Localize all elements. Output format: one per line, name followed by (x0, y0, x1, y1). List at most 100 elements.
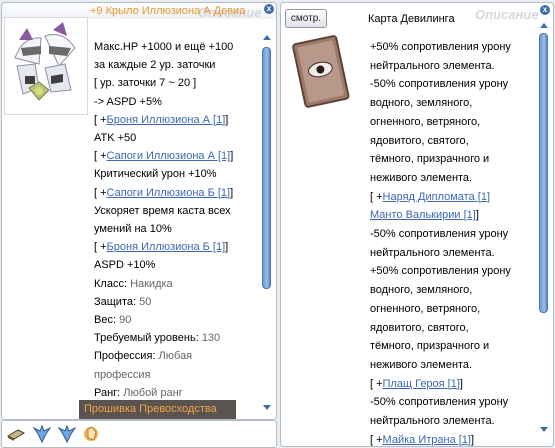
scroll-down-icon[interactable] (540, 427, 548, 432)
description-text: [ + (370, 433, 383, 446)
description-text: Ранг: (94, 386, 124, 399)
scrollbar[interactable] (537, 19, 551, 439)
description-line: водного, земляного, (370, 94, 535, 113)
bottom-item-bar (1, 420, 277, 448)
item-description-text: Макс.HP +1000 и ещё +100 за каждые 2 ур. … (94, 38, 262, 402)
description-text: Критический урон +10% (94, 168, 217, 181)
description-text: умений на 10% (94, 223, 172, 236)
description-line: -50% сопротивления урону (370, 225, 535, 244)
description-text: Профессия: (94, 350, 159, 363)
description-text: нейтрального элемента. (370, 59, 495, 72)
description-line: [ +Броня Иллюзиона А [1]] (94, 111, 262, 129)
description-text: [ + (94, 113, 107, 126)
description-line: Критический урон +10% (94, 165, 262, 183)
item-description-window: Описание +9 Крыло Иллюзиона А Девиа x Ма… (1, 2, 277, 420)
description-text: +50% сопротивления урону (370, 41, 511, 53)
description-text: 50 (139, 295, 152, 308)
description-line: тёмного, призрачного и (370, 150, 535, 169)
description-text: -50% сопротивления урону (370, 228, 509, 241)
description-text: неживого элемента. (370, 171, 473, 184)
item-link[interactable]: Броня Иллюзиона Б [1] (107, 241, 226, 253)
description-text: неживого элемента. (370, 358, 473, 371)
description-line: Манто Валькирии [1]] (370, 206, 535, 225)
description-line: профессия (94, 366, 262, 384)
item-link[interactable]: Сапоги Иллюзиона А [1] (107, 150, 231, 162)
description-text: ] (470, 433, 475, 446)
description-text: Любой ранг (123, 386, 183, 399)
description-line: ATK +50 (94, 129, 262, 147)
description-text: -50% сопротивления урону (370, 396, 509, 409)
description-text: ] (459, 377, 463, 390)
card-description-text: +50% сопротивления урону нейтрального эле… (370, 38, 535, 446)
description-text: водного, земляного, (370, 284, 473, 297)
description-text: огненного, ветряного, (370, 115, 481, 128)
scrollbar[interactable] (260, 21, 274, 419)
description-line: -> ASPD +5% (94, 93, 262, 111)
devilring-card-icon (292, 35, 350, 108)
description-text: 90 (119, 314, 132, 327)
item-link[interactable]: Манто Валькирии [1] (370, 209, 476, 221)
description-text: ] (475, 209, 479, 222)
description-line: нейтрального элемента. (370, 57, 535, 76)
description-text: Вес: (94, 314, 120, 327)
description-line: ядовитого, святого, (370, 132, 535, 151)
description-watermark: Описание (475, 7, 539, 22)
item-link[interactable]: Броня Иллюзиона А [1] (107, 114, 226, 126)
description-text: Накидка (130, 277, 173, 290)
scroll-down-icon[interactable] (263, 405, 271, 410)
description-text: 130 (201, 332, 221, 345)
description-line: умений на 10% (94, 220, 262, 238)
description-text: ] (230, 150, 234, 163)
description-text: Защита: (94, 295, 140, 308)
close-icon[interactable]: x (264, 4, 274, 14)
card-title: Карта Девилинга (368, 13, 455, 25)
description-line: за каждые 2 ур. заточки (94, 56, 262, 74)
description-line: нейтрального элемента. (370, 412, 535, 431)
description-line: неживого элемента. (370, 356, 535, 375)
description-line: -50% сопротивления урону (370, 75, 535, 94)
description-text: огненного, ветряного, (370, 302, 481, 315)
description-line: тёмного, призрачного и (370, 337, 535, 356)
description-text: [ + (370, 377, 383, 390)
description-line: [ ур. заточки 7 ~ 20 ] (94, 74, 262, 92)
book-icon[interactable] (6, 424, 26, 444)
close-icon[interactable]: x (540, 5, 550, 15)
scroll-thumb[interactable] (539, 33, 548, 313)
description-line: Требуемый уровень: 130 (94, 329, 262, 347)
wing-blue-icon[interactable] (57, 424, 77, 444)
tooltip: Прошивка Превосходства (79, 400, 236, 419)
description-text: ядовитого, святого, (370, 321, 469, 334)
view-button[interactable]: смотр. (285, 9, 327, 28)
description-text: тёмного, призрачного и (370, 340, 490, 353)
description-text: -> ASPD +5% (94, 95, 162, 108)
item-link[interactable]: Наряд Дипломата [1] (383, 191, 490, 203)
description-text: [ + (94, 186, 107, 199)
card-image (283, 17, 363, 115)
description-line: Ускоряет время каста всех (94, 202, 262, 220)
description-text: Макс.HP +1000 и ещё +100 (94, 41, 234, 53)
description-text: нейтрального элемента. (370, 415, 495, 428)
description-text: ] (230, 186, 234, 199)
description-line: +50% сопротивления урону (370, 38, 535, 57)
item-link[interactable]: Плащ Героя [1] (383, 378, 460, 390)
scroll-thumb[interactable] (262, 47, 271, 289)
description-line: нейтрального элемента. (370, 244, 535, 263)
description-text: тёмного, призрачного и (370, 153, 490, 166)
description-line: [ +Сапоги Иллюзиона Б [1]] (94, 184, 262, 202)
scroll-up-icon[interactable] (540, 23, 548, 28)
description-text: Ускоряет время каста всех (94, 204, 231, 217)
description-line: [ +Плащ Героя [1]] (370, 375, 535, 394)
item-link[interactable]: Сапоги Иллюзиона Б [1] (107, 187, 231, 199)
card-description-window: Описание x смотр. Карта Девилинга +50% с… (280, 2, 554, 447)
description-text: -50% сопротивления урону (370, 78, 509, 91)
wing-blue-icon[interactable] (32, 424, 52, 444)
hand-cursor-icon[interactable] (82, 424, 102, 444)
description-line: Защита: 50 (94, 293, 262, 311)
description-line: неживого элемента. (370, 169, 535, 188)
description-line: Профессия: Любая (94, 347, 262, 365)
description-text: ATK +50 (94, 132, 137, 145)
item-link[interactable]: Майка Итрана [1] (383, 434, 471, 446)
description-text: [ ур. заточки 7 ~ 20 ] (94, 77, 197, 90)
description-line: Вес: 90 (94, 311, 262, 329)
scroll-up-icon[interactable] (263, 35, 271, 40)
